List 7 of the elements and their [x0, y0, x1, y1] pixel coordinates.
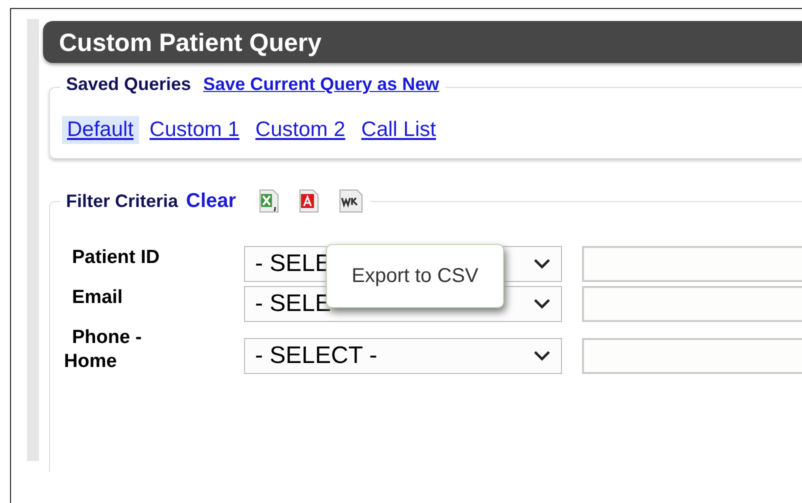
tooltip: Export to CSV	[326, 244, 504, 308]
panel-title: Custom Patient Query	[43, 21, 802, 63]
field-label: Phone - Home	[64, 326, 143, 374]
field-label: Patient ID	[71, 246, 161, 270]
section-legend: Filter Criteria	[66, 190, 178, 212]
field-label: Email	[71, 286, 124, 310]
section-legend: Saved Queries	[66, 74, 192, 95]
